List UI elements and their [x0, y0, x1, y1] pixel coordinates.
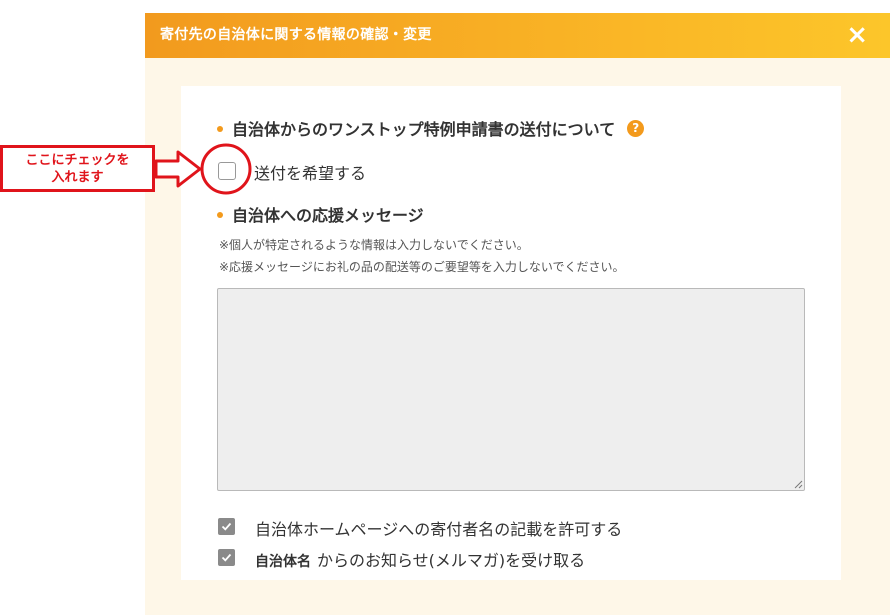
- annotation-overlay: [154, 143, 252, 195]
- annotation-circle-icon: [200, 143, 252, 195]
- annotation-arrow-icon: [154, 150, 202, 188]
